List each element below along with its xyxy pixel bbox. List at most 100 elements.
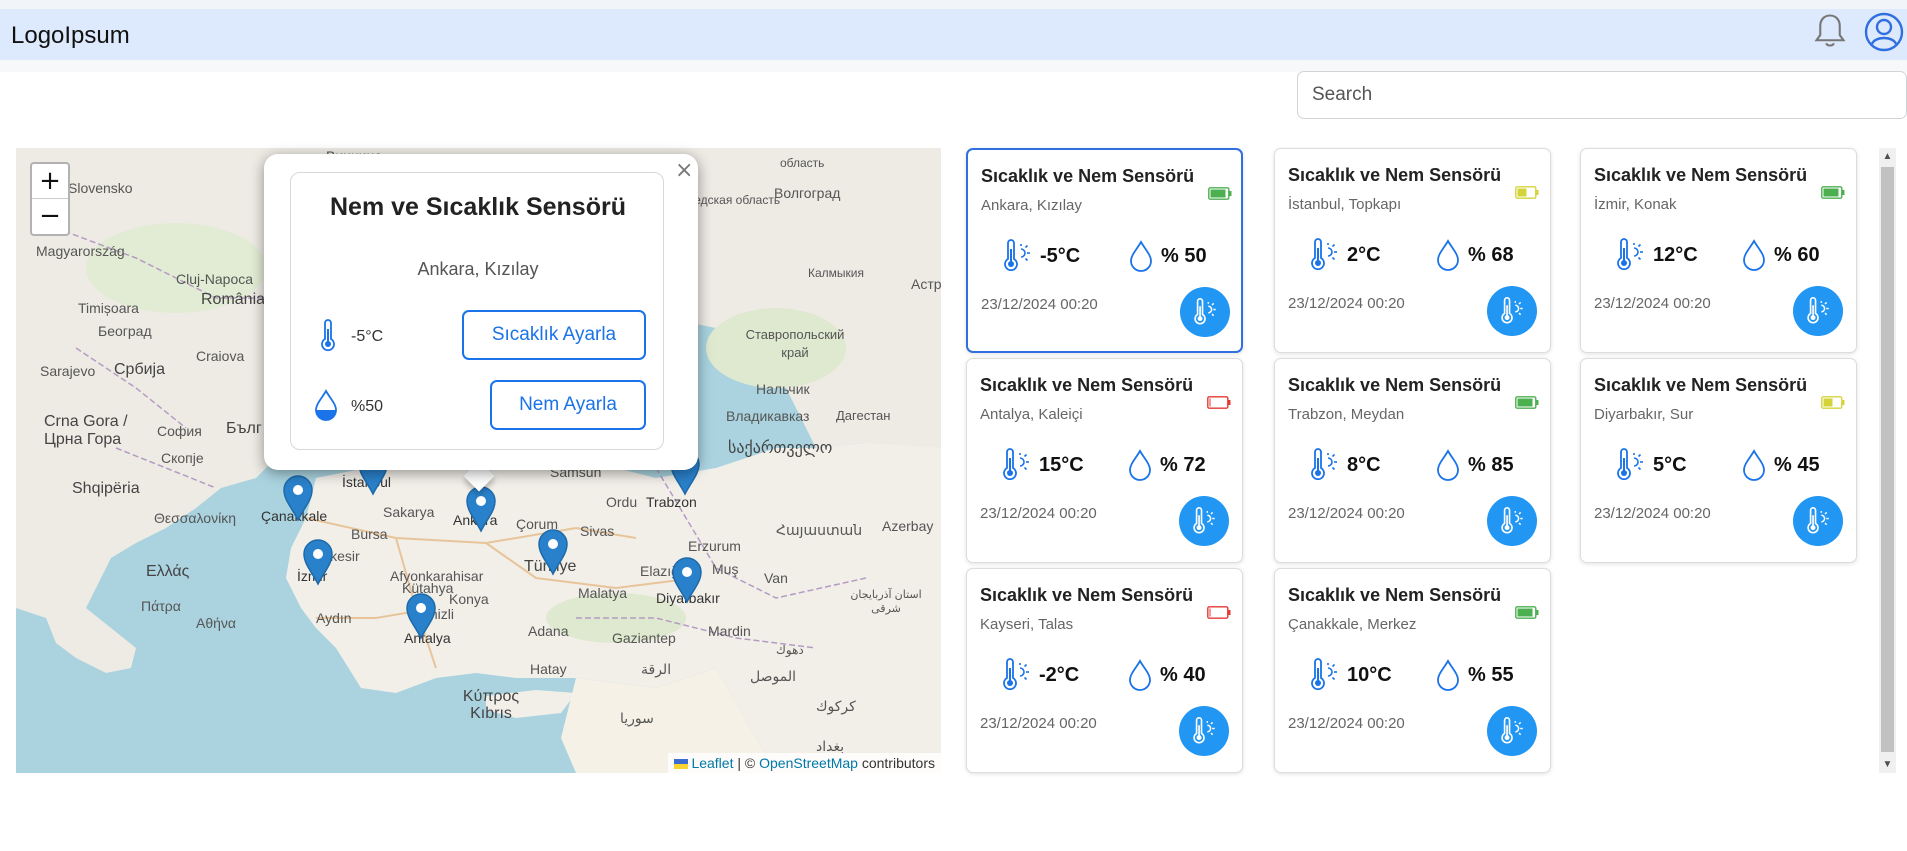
droplet-icon (1743, 239, 1765, 271)
map-label: Slovensko (68, 180, 133, 196)
map-marker-icon[interactable] (671, 556, 703, 604)
thermometer-sun-icon (1193, 507, 1215, 534)
sensor-card[interactable]: Sıcaklık ve Nem Sensörü Çanakkale, Merke… (1274, 568, 1551, 773)
sensor-card[interactable]: Sıcaklık ve Nem Sensörü Trabzon, Meydan … (1274, 358, 1551, 563)
sensor-card-action-button[interactable] (1793, 286, 1843, 336)
sensor-card-action-button[interactable] (1179, 706, 1229, 756)
map-label: Erzurum (688, 538, 741, 554)
sensor-card-action-button[interactable] (1487, 286, 1537, 336)
thermometer-sun-icon (1617, 448, 1643, 481)
map-label: საქართველო (728, 440, 833, 457)
scroll-up-arrow-icon[interactable]: ▲ (1879, 148, 1896, 165)
sensor-card-humidity: % 68 (1468, 244, 1514, 266)
sensor-card-humidity: % 72 (1160, 454, 1206, 476)
zoom-out-button[interactable]: − (32, 199, 68, 234)
sensor-card-action-button[interactable] (1793, 496, 1843, 546)
sensor-card-location: Trabzon, Meydan (1288, 406, 1405, 423)
sensor-card-temperature: 8°C (1347, 454, 1381, 476)
map-label: دهوك (776, 643, 804, 657)
droplet-icon (1129, 449, 1151, 481)
map-label: Timișoara (78, 300, 139, 316)
card-scrollbar[interactable]: ▲ ▼ (1879, 148, 1896, 773)
battery-icon (1208, 187, 1232, 200)
sensor-card[interactable]: Sıcaklık ve Nem Sensörü Ankara, Kızılay … (966, 148, 1243, 353)
thermometer-icon (321, 319, 335, 352)
map-label: Србија (114, 361, 166, 378)
sensor-card-temperature: 5°C (1653, 454, 1687, 476)
map-marker-icon[interactable] (282, 474, 314, 522)
sensor-card-action-button[interactable] (1487, 496, 1537, 546)
map-label: Београд (98, 323, 152, 339)
map-label: Crna Gora / Црна Гора (44, 413, 128, 448)
sensor-card-humidity: % 50 (1161, 245, 1207, 267)
map-label: Afyonkarahisar (390, 568, 484, 584)
sensor-card-action-button[interactable] (1487, 706, 1537, 756)
popup-temperature: -5°C (351, 328, 384, 345)
map-marker-icon[interactable] (465, 485, 497, 533)
sensor-card-action-button[interactable] (1179, 496, 1229, 546)
thermometer-sun-icon (1003, 658, 1029, 691)
attribution-suffix: contributors (857, 755, 935, 771)
sensor-card[interactable]: Sıcaklık ve Nem Sensörü Antalya, Kaleiçi… (966, 358, 1243, 563)
sensor-card-title: Sıcaklık ve Nem Sensörü (1288, 165, 1502, 185)
map-label: Астр (911, 276, 941, 292)
sensor-card-title: Sıcaklık ve Nem Sensörü (980, 585, 1194, 605)
search-input[interactable] (1297, 71, 1907, 119)
droplet-icon (1743, 449, 1765, 481)
scroll-thumb[interactable] (1881, 167, 1894, 752)
logo[interactable]: LogoIpsum (11, 22, 130, 50)
sensor-card[interactable]: Sıcaklık ve Nem Sensörü İzmir, Konak 12°… (1580, 148, 1857, 353)
map-label: Bursa (351, 526, 388, 542)
map-label: Cluj-Napoca (176, 271, 254, 287)
battery-icon (1207, 606, 1231, 619)
sensor-card[interactable]: Sıcaklık ve Nem Sensörü Kayseri, Talas -… (966, 568, 1243, 773)
sensor-card-humidity: % 55 (1468, 664, 1514, 686)
sensor-card-location: Kayseri, Talas (980, 616, 1074, 633)
set-humidity-button[interactable]: Nem Ayarla (490, 380, 646, 430)
sensor-card-title: Sıcaklık ve Nem Sensörü (1594, 165, 1808, 185)
map-label: România (201, 291, 266, 308)
map-label: استان آذربایجان شرقی (850, 589, 922, 615)
map-label: Бълг (226, 420, 262, 437)
map-label: Van (764, 570, 788, 586)
sensor-card-timestamp: 23/12/2024 00:20 (1594, 295, 1711, 312)
sensor-card-title: Sıcaklık ve Nem Sensörü (1288, 585, 1502, 605)
thermometer-sun-icon (1311, 238, 1337, 271)
map-marker-icon[interactable] (537, 528, 569, 576)
sensor-card[interactable]: Sıcaklık ve Nem Sensörü İstanbul, Topkap… (1274, 148, 1551, 353)
thermometer-sun-icon (1003, 448, 1029, 481)
map-label: Скопје (161, 450, 204, 466)
sensor-card-humidity: % 85 (1468, 454, 1514, 476)
set-temperature-button[interactable]: Sıcaklık Ayarla (462, 310, 646, 360)
sensor-card[interactable]: Sıcaklık ve Nem Sensörü Diyarbakır, Sur … (1580, 358, 1857, 563)
droplet-half-icon (315, 389, 337, 421)
sensor-card-timestamp: 23/12/2024 00:20 (1288, 505, 1405, 522)
thermometer-sun-icon (1501, 507, 1523, 534)
sensor-card-location: İstanbul, Topkapı (1288, 196, 1402, 213)
battery-icon (1821, 186, 1845, 199)
leaflet-link[interactable]: Leaflet (691, 755, 733, 771)
zoom-in-button[interactable]: + (32, 164, 68, 199)
battery-icon (1515, 396, 1539, 409)
droplet-icon (1437, 449, 1459, 481)
map-label: Malatya (578, 585, 628, 601)
popup-title: Nem ve Sıcaklık Sensörü (330, 193, 626, 221)
sensor-card-action-button[interactable] (1180, 287, 1230, 337)
popup-close-button[interactable]: × (675, 158, 693, 183)
scroll-down-arrow-icon[interactable]: ▼ (1879, 756, 1896, 773)
osm-link[interactable]: OpenStreetMap (759, 755, 858, 771)
user-circle-icon[interactable] (1864, 12, 1904, 52)
map-label: Sivas (580, 523, 615, 539)
thermometer-sun-icon (1807, 297, 1829, 324)
map-marker-icon[interactable] (405, 592, 437, 640)
sensor-card-grid: Sıcaklık ve Nem Sensörü Ankara, Kızılay … (966, 148, 1877, 773)
map-marker-icon[interactable] (302, 538, 334, 586)
bell-icon[interactable] (1812, 12, 1848, 52)
map-label: Shqipëria (72, 480, 140, 497)
sensor-card-temperature: -5°C (1040, 245, 1081, 267)
map-label: سوريا (620, 710, 654, 726)
sensor-card-location: İzmir, Konak (1594, 196, 1677, 213)
map-label: الموصل (750, 668, 796, 684)
map-attribution: Leaflet | © OpenStreetMap contributors (668, 753, 941, 773)
thermometer-sun-icon (1501, 297, 1523, 324)
